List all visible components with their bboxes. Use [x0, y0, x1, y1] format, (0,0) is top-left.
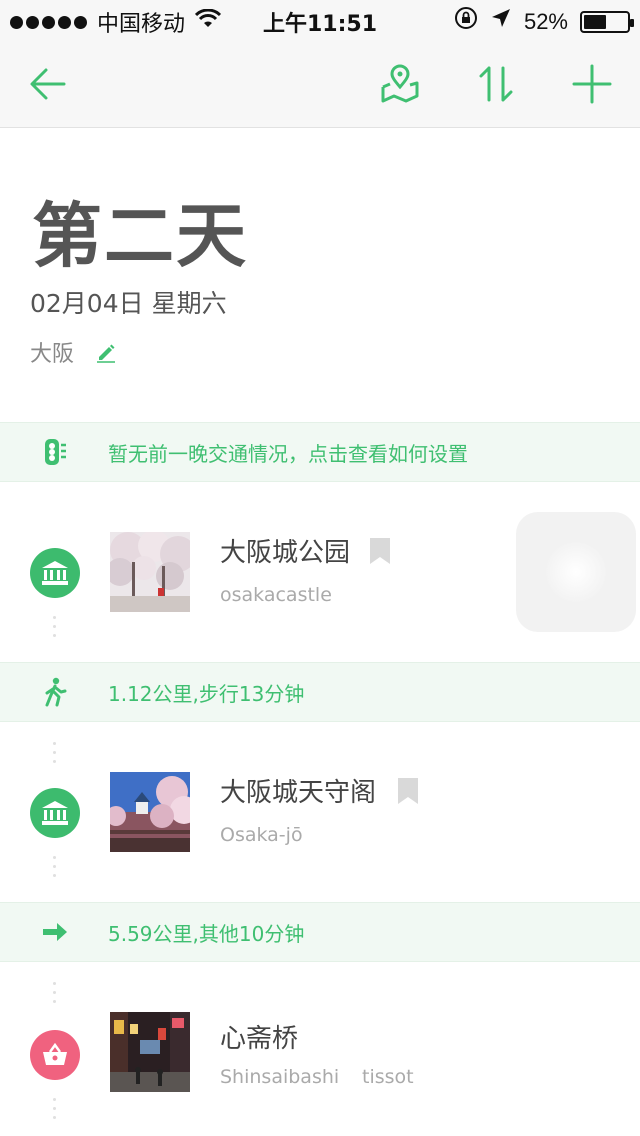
- place-photo: [110, 532, 190, 612]
- route-text: 1.12公里,步行13分钟: [108, 681, 305, 706]
- city-name: 大阪: [30, 342, 75, 367]
- map-button[interactable]: [376, 60, 424, 108]
- shopping-icon: [30, 1030, 80, 1080]
- assistive-touch-button[interactable]: [516, 512, 636, 632]
- back-arrow-icon: [30, 68, 66, 100]
- traffic-light-icon: [40, 437, 70, 467]
- place-subtitle: Osaka-jō: [220, 824, 303, 846]
- walk-icon: [40, 677, 70, 707]
- sort-icon: [479, 66, 513, 102]
- add-icon: [572, 64, 612, 104]
- status-bar: 中国移动 上午11:51 52%: [0, 0, 640, 40]
- nav-bar: [0, 40, 640, 128]
- back-button[interactable]: [24, 60, 72, 108]
- place-photo: [110, 1012, 190, 1092]
- bookmark-icon[interactable]: [398, 778, 418, 804]
- list-item[interactable]: 心斋桥 Shinsaibashi tissot: [0, 962, 640, 1136]
- place-name: 大阪城天守阁: [220, 778, 377, 808]
- assistive-touch-icon: [546, 542, 606, 602]
- timeline-connector: [53, 982, 57, 1003]
- arrow-right-icon: [40, 917, 70, 947]
- timeline-connector: [53, 742, 57, 763]
- place-tag: tissot: [362, 1066, 414, 1088]
- landmark-icon: [30, 548, 80, 598]
- sort-button[interactable]: [472, 60, 520, 108]
- location-arrow-icon: [490, 7, 512, 36]
- transit-tip-banner[interactable]: 暂无前一晚交通情况，点击查看如何设置: [0, 422, 640, 482]
- route-segment[interactable]: 1.12公里,步行13分钟: [0, 662, 640, 722]
- place-subtitle: Shinsaibashi: [220, 1066, 340, 1088]
- timeline-connector: [53, 616, 57, 637]
- route-segment[interactable]: 5.59公里,其他10分钟: [0, 902, 640, 962]
- route-text: 5.59公里,其他10分钟: [108, 921, 305, 946]
- status-right: 52%: [454, 6, 634, 37]
- edit-pencil-icon[interactable]: [94, 340, 118, 364]
- map-icon: [381, 64, 419, 103]
- itinerary-day-screen: 中国移动 上午11:51 52% 第二天 02月04日 星期六 大阪 暂无前一晚…: [0, 0, 640, 1136]
- battery-icon: [580, 10, 634, 33]
- list-item[interactable]: 大阪城天守阁 Osaka-jō: [0, 722, 640, 902]
- battery-percent: 52%: [523, 8, 568, 34]
- place-photo: [110, 772, 190, 852]
- rotation-lock-icon: [454, 6, 478, 37]
- bookmark-icon[interactable]: [370, 538, 390, 564]
- day-title: 第二天: [32, 195, 248, 277]
- place-name: 心斋桥: [220, 1024, 299, 1054]
- timeline-connector: [53, 856, 57, 877]
- timeline-connector: [53, 1098, 57, 1119]
- place-name: 大阪城公园: [220, 538, 351, 568]
- city-row[interactable]: 大阪: [30, 336, 118, 368]
- transit-tip-text: 暂无前一晚交通情况，点击查看如何设置: [108, 441, 468, 466]
- landmark-icon: [30, 788, 80, 838]
- day-date: 02月04日 星期六: [30, 289, 227, 318]
- add-button[interactable]: [568, 60, 616, 108]
- place-subtitle: osakacastle: [220, 584, 332, 606]
